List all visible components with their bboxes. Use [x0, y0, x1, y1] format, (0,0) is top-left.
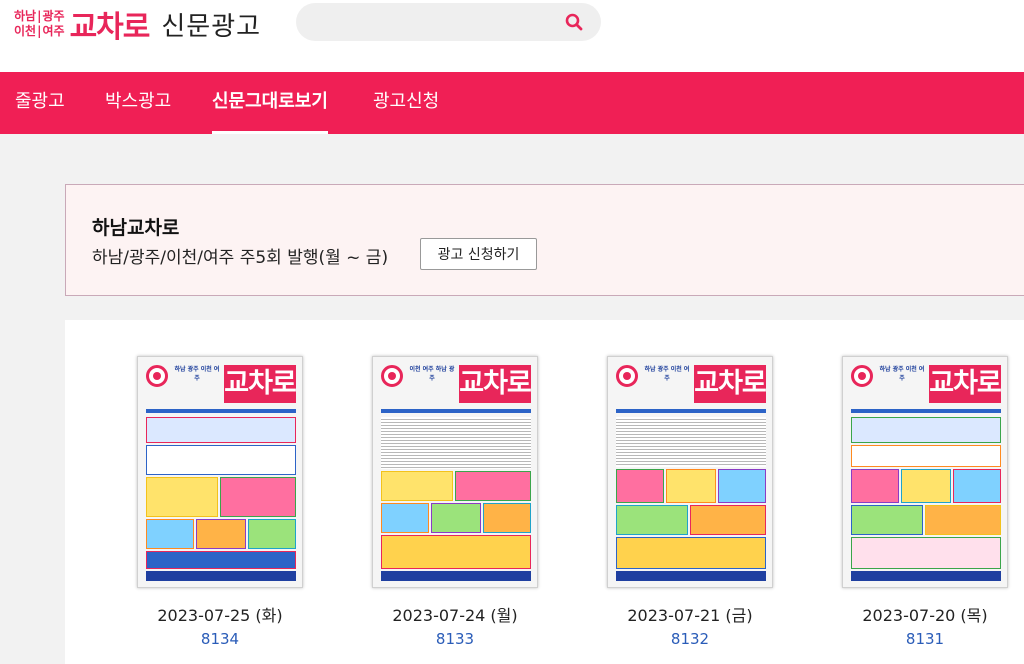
thumbnail-masthead: 교차로 [459, 365, 532, 403]
thumbnail-block [455, 471, 531, 501]
logo-region: 이천 [14, 24, 37, 38]
thumbnail-block [146, 519, 194, 549]
thumbnail-footer [616, 571, 766, 581]
thumbnail-stripe [851, 409, 1001, 413]
issue-date[interactable]: 2023-07-24 (월) [370, 602, 540, 626]
publication-description: 하남/광주/이천/여주 주5회 발행(월 ~ 금) [92, 248, 389, 268]
thumbnail-regions: 하남 광주 이천 여주 [879, 366, 925, 382]
thumbnail-body [851, 417, 1001, 569]
thumbnail-masthead-area: 하남 광주 이천 여주 교차로 [851, 363, 1002, 407]
issue-date[interactable]: 2023-07-25 (화) [135, 602, 305, 626]
thumbnail-regions: 하남 광주 이천 여주 [644, 366, 690, 382]
nav-item-box-ads[interactable]: 박스광고 [105, 72, 171, 134]
issue-date[interactable]: 2023-07-20 (목) [840, 602, 1010, 626]
thumbnail-body [616, 417, 766, 569]
emblem-icon [146, 365, 168, 387]
issue-number[interactable]: 8131 [840, 630, 1010, 648]
nav-item-newspaper-view[interactable]: 신문그대로보기 [212, 72, 328, 134]
issue-thumbnail[interactable]: 하남 광주 이천 여주 교차로 [607, 356, 773, 588]
nav-item-line-ads[interactable]: 줄광고 [15, 72, 65, 134]
thumbnail-stripe [146, 409, 296, 413]
thumbnail-block [851, 469, 899, 503]
nav-item-ad-request[interactable]: 광고신청 [373, 72, 439, 134]
thumbnail-block [381, 417, 531, 469]
thumbnail-block [146, 445, 296, 475]
thumbnail-body [381, 417, 531, 569]
logo-brand: 교차로 [69, 10, 151, 45]
thumbnail-stripe [381, 409, 531, 413]
thumbnail-block [851, 417, 1001, 443]
issue-number[interactable]: 8132 [605, 630, 775, 648]
thumbnail-regions: 이천 여주 하남 광주 [409, 366, 455, 382]
thumbnail-block [381, 471, 453, 501]
thumbnail-body [146, 417, 296, 569]
thumbnail-block [431, 503, 481, 533]
emblem-icon [381, 365, 403, 387]
thumbnail-block [616, 469, 664, 503]
thumbnail-masthead: 교차로 [694, 365, 767, 403]
thumbnail-block [616, 417, 766, 467]
issue-thumbnail[interactable]: 이천 여주 하남 광주 교차로 [372, 356, 538, 588]
logo-region: 여주 [42, 24, 65, 38]
site-logo[interactable]: 하남 | 광주 이천 | 여주 교차로 신문광고 [14, 6, 262, 45]
thumbnail-stripe [616, 409, 766, 413]
publication-title: 하남교차로 [92, 217, 180, 239]
thumbnail-masthead-area: 이천 여주 하남 광주 교차로 [381, 363, 532, 407]
logo-region: 하남 [14, 9, 37, 23]
issue-number[interactable]: 8133 [370, 630, 540, 648]
thumbnail-block [220, 477, 296, 517]
issue-card[interactable]: 하남 광주 이천 여주 교차로 2023-07-25 (화) 8134 [135, 356, 305, 648]
issue-card[interactable]: 이천 여주 하남 광주 교차로 2023-07-24 (월) 8133 [370, 356, 540, 648]
thumbnail-footer [851, 571, 1001, 581]
thumbnail-masthead: 교차로 [929, 365, 1002, 403]
thumbnail-block [851, 445, 1001, 467]
thumbnail-masthead-area: 하남 광주 이천 여주 교차로 [616, 363, 767, 407]
thumbnail-block [381, 503, 429, 533]
issue-thumbnail[interactable]: 하남 광주 이천 여주 교차로 [137, 356, 303, 588]
issue-card[interactable]: 하남 광주 이천 여주 교차로 2023-07-21 (금) 8132 [605, 356, 775, 648]
thumbnail-block [718, 469, 766, 503]
thumbnail-block [483, 503, 531, 533]
emblem-icon [616, 365, 638, 387]
thumbnail-block [381, 535, 531, 569]
ad-request-button[interactable]: 광고 신청하기 [420, 238, 537, 270]
thumbnail-block [146, 551, 296, 569]
issue-number[interactable]: 8134 [135, 630, 305, 648]
publication-info: 하남교차로 하남/광주/이천/여주 주5회 발행(월 ~ 금) 광고 신청하기 [65, 184, 1024, 296]
thumbnail-block [690, 505, 766, 535]
thumbnail-block [953, 469, 1001, 503]
thumbnail-footer [146, 571, 296, 581]
main-nav: 줄광고 박스광고 신문그대로보기 광고신청 [0, 72, 1024, 134]
logo-regions: 하남 | 광주 이천 | 여주 [14, 9, 65, 38]
thumbnail-block [851, 505, 923, 535]
search-icon[interactable] [565, 13, 583, 31]
thumbnail-block [616, 505, 688, 535]
site-header: 하남 | 광주 이천 | 여주 교차로 신문광고 [0, 0, 1024, 72]
thumbnail-block [196, 519, 246, 549]
thumbnail-block [616, 537, 766, 569]
thumbnail-regions: 하남 광주 이천 여주 [174, 366, 220, 382]
thumbnail-block [666, 469, 716, 503]
logo-region: 광주 [42, 9, 65, 23]
issue-thumbnail[interactable]: 하남 광주 이천 여주 교차로 [842, 356, 1008, 588]
thumbnail-footer [381, 571, 531, 581]
thumbnail-block [925, 505, 1001, 535]
issue-list: 하남 광주 이천 여주 교차로 2023-07-25 (화) 8134 이천 여… [65, 320, 1024, 664]
thumbnail-block [851, 537, 1001, 569]
thumbnail-masthead: 교차로 [224, 365, 297, 403]
thumbnail-masthead-area: 하남 광주 이천 여주 교차로 [146, 363, 297, 407]
thumbnail-block [901, 469, 951, 503]
thumbnail-block [248, 519, 296, 549]
emblem-icon [851, 365, 873, 387]
thumbnail-block [146, 477, 218, 517]
search-input[interactable] [296, 3, 601, 41]
thumbnail-block [146, 417, 296, 443]
issue-card[interactable]: 하남 광주 이천 여주 교차로 2023-07-20 (목) 8131 [840, 356, 1010, 648]
issue-date[interactable]: 2023-07-21 (금) [605, 602, 775, 626]
logo-subtitle: 신문광고 [161, 11, 262, 42]
